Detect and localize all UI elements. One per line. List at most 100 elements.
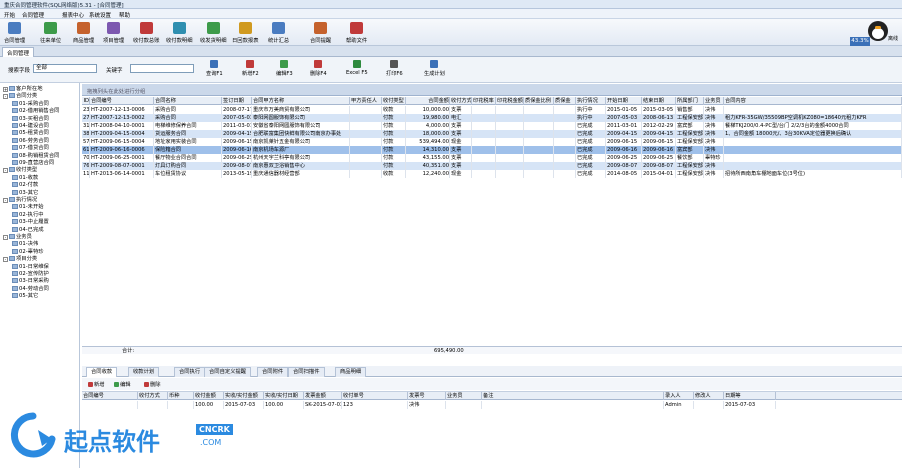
table-header[interactable]: ID 合同编号 合同名称 签订日期 合同甲方名称 甲方责任人 收付类型 合同金额 收付方式 印花税…	[82, 97, 902, 105]
keyword-input[interactable]	[130, 64, 194, 73]
tree-item[interactable]: 02-辜特珍	[12, 248, 44, 256]
toolbar-button-3[interactable]: 项目管理	[103, 22, 124, 44]
search-button-0[interactable]: 查询F1	[206, 60, 223, 77]
search-field-select[interactable]: 全部	[33, 64, 97, 73]
search-button-3[interactable]: 删除F4	[310, 60, 327, 77]
qq-avatar[interactable]: 43.3% 离线	[850, 21, 900, 46]
tree-group[interactable]: + 客户所在地	[3, 86, 43, 93]
tree-item[interactable]: 04-建设合同	[12, 123, 49, 130]
tree-item[interactable]: 08-购销租赁合同	[12, 152, 59, 160]
toolbar-button-10[interactable]: 帮助文件	[346, 22, 367, 44]
toolbar-button-7[interactable]: 日回款报表	[232, 22, 259, 44]
toolbar-button-4[interactable]: 收付款总账	[133, 22, 160, 44]
tree-item[interactable]: 02-宣传防护	[12, 271, 49, 278]
tree-toggle-icon[interactable]: -	[3, 257, 8, 263]
detail-button-1[interactable]: 编辑	[114, 380, 131, 388]
detail-button-0[interactable]: 新增	[88, 380, 105, 388]
tree-toggle-icon[interactable]: -	[3, 168, 8, 174]
tree-item[interactable]: 04-已完成	[12, 226, 44, 234]
tree-toggle-icon[interactable]: -	[3, 198, 8, 203]
tree-item[interactable]: 04-劳动合同	[12, 285, 49, 293]
menu-help[interactable]: 帮助	[119, 11, 130, 19]
tree-group[interactable]: - 项目分类	[3, 256, 37, 263]
detail-tab-3[interactable]: 合同自定义提醒	[204, 367, 252, 377]
menu-report[interactable]: 报表中心	[62, 11, 84, 19]
tree-item[interactable]: 02-借用销售合同	[12, 108, 59, 115]
table-row[interactable]: 23 HT-2007-12-13-0006 采购合同 2008-07-17 重庆市万美商…	[82, 106, 902, 114]
cell: 富宾部	[676, 146, 704, 154]
toolbar-label: 收付款总账	[133, 38, 160, 44]
tree-item[interactable]: 01-决伟	[12, 241, 38, 248]
tree-item[interactable]: 03-日常采购	[12, 278, 49, 285]
table-row[interactable]: 70 HT-2009-06-25-0001 餐厅物业合同合同 2009-06-25 杭州…	[82, 154, 902, 162]
table-row[interactable]: 38 HT-2009-04-15-0004 货运服务合同 2009-04-15 合肥联富…	[82, 130, 902, 138]
table-row[interactable]: 76 HT-2009-08-07-0001 灯具订购合同 2009-08-07 南京惠双…	[82, 162, 902, 170]
table-row[interactable]: 61 HT-2009-06-16-0006 保险箱合同 2009-06-16 南京机场车…	[82, 146, 902, 154]
table-row[interactable]: 31 HT-2008-04-10-0001 电梯维修保养合同 2011-03-01 安徽…	[82, 122, 902, 130]
tree-group[interactable]: - 执行情况	[3, 197, 37, 204]
table-row[interactable]: 27 HT-2007-12-13-0002 采购合同 2007-05-03 泰阳网圆服饰…	[82, 114, 902, 122]
menu-settings[interactable]: 系统设置	[89, 11, 111, 19]
group-by-area[interactable]: 拖拽列头在此处进行分组	[82, 84, 902, 96]
toolbar-button-9[interactable]: 合同提醒	[310, 22, 331, 44]
toolbar-button-6[interactable]: 收发货明细	[200, 22, 227, 44]
detail-table-row[interactable]: 100.002015-07-03100.00SK-2015-07-03-0001…	[82, 401, 902, 409]
search-button-5[interactable]: 打印F6	[386, 60, 403, 77]
detail-button-2[interactable]: 删除	[144, 380, 161, 388]
table-row[interactable]: 117HT-2013-06-14-0001车位租赁协议2013-05-19重庆通…	[82, 170, 902, 178]
tree-item[interactable]: 05-租赁合同	[12, 130, 49, 137]
tree-item[interactable]: 07-借贷合同	[12, 145, 49, 152]
search-button-4[interactable]: Excel F5	[346, 60, 368, 76]
cell	[138, 401, 168, 409]
cell: 10,000.00	[406, 106, 450, 114]
tree-item[interactable]: 02-付款	[12, 182, 38, 189]
toolbar-button-5[interactable]: 收付款明细	[166, 22, 193, 44]
tree-group[interactable]: - 合同分类	[3, 93, 37, 100]
cell	[524, 154, 554, 162]
search-button-6[interactable]: 生成计划	[424, 60, 445, 77]
tree-toggle-icon[interactable]: -	[3, 94, 8, 100]
tree-item[interactable]: 03-其它	[12, 189, 38, 197]
cell: 支票	[450, 154, 472, 162]
toolbar-icon	[44, 22, 58, 34]
table-row[interactable]: 57 HT-2009-06-15-0004 地址家用实装合同 2009-06-15 南京…	[82, 138, 902, 146]
detail-tab-2[interactable]: 合同执行	[174, 367, 206, 377]
detail-table-header[interactable]: 合同编号 收付方式 币种 收付金额 实收/实付金额 实收/实付日期 发票金额 收付单号 发票号业…	[82, 392, 902, 400]
detail-tab-6[interactable]: 商品明细	[335, 367, 367, 377]
tree-item[interactable]: 06-劳务合同	[12, 137, 49, 145]
tree-item[interactable]: 03-买租合同	[12, 115, 49, 123]
toolbar-label: 合同管理	[4, 38, 26, 44]
tree-item[interactable]: 02-执行中	[12, 211, 44, 219]
search-button-2[interactable]: 编辑F3	[276, 60, 293, 77]
search-bar: 搜索字段 全部 关键字 查询F1 新增F2 编辑F3 删除F4 Excel F5 打印F6…	[0, 57, 902, 83]
cell	[472, 130, 496, 138]
tree-item[interactable]: 09-直营店合同	[12, 160, 54, 167]
detail-tab-4[interactable]: 合同附件	[257, 367, 289, 377]
tree-item[interactable]: 01-采购合同	[12, 100, 49, 108]
tree-label: 03-日常采购	[19, 278, 49, 285]
detail-tab-5[interactable]: 合同扫描件	[288, 367, 325, 377]
detail-tab-1[interactable]: 收款计划	[128, 367, 160, 377]
cell: 业务员	[446, 392, 482, 400]
search-button-label: 编辑F3	[276, 71, 293, 77]
detail-tab-0[interactable]: 合同收款	[86, 367, 118, 377]
toolbar-button-1[interactable]: 往来单位	[40, 22, 61, 44]
tree-item[interactable]: 01-收款	[12, 174, 38, 182]
toolbar-button-0[interactable]: 合同管理	[4, 22, 25, 44]
cell: 2009-06-25	[223, 154, 252, 162]
tree-item[interactable]: 01-日常维保	[12, 263, 49, 271]
tree-group[interactable]: - 收付类型	[3, 167, 37, 174]
search-button-1[interactable]: 新增F2	[242, 60, 259, 77]
tree-item[interactable]: 05-其它	[12, 293, 38, 300]
tree-toggle-icon[interactable]: +	[3, 87, 8, 92]
menu-start[interactable]: 开始	[4, 11, 15, 19]
toolbar-button-2[interactable]: 商品管理	[73, 22, 94, 44]
menu-contract[interactable]: 合同管理	[22, 11, 44, 19]
tree-group[interactable]: - 业务员	[3, 234, 32, 241]
tree-item[interactable]: 03-中止履置	[12, 219, 49, 226]
tree-item[interactable]: 01-未开始	[12, 204, 44, 211]
doc-tab-contract[interactable]: 合同管理	[2, 47, 35, 57]
toolbar-icon	[172, 22, 186, 34]
toolbar-button-8[interactable]: 统计汇总	[268, 22, 289, 44]
tree-toggle-icon[interactable]: -	[3, 235, 8, 240]
